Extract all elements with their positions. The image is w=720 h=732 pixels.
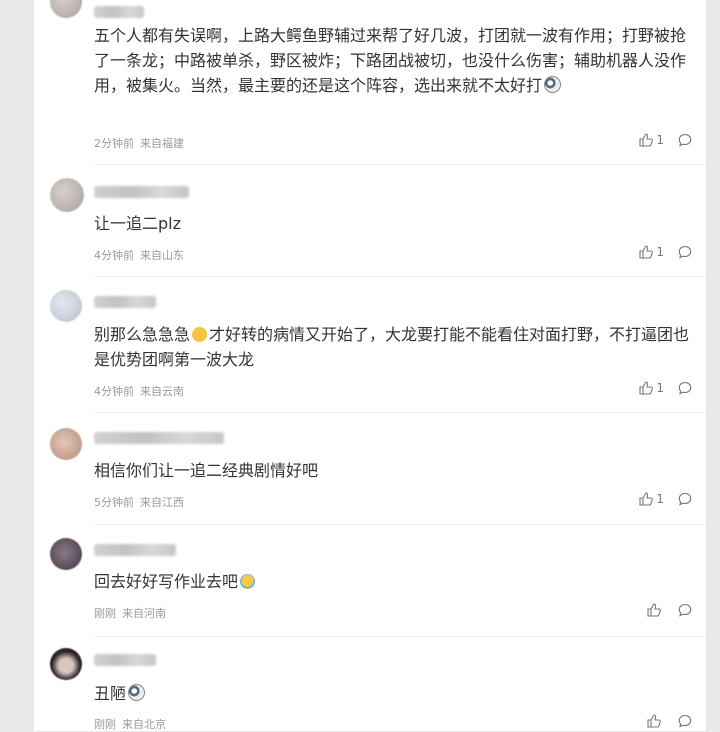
username-blurred[interactable]	[94, 654, 156, 666]
reply-icon[interactable]	[678, 133, 692, 147]
username-blurred[interactable]	[94, 432, 224, 444]
avatar[interactable]	[50, 538, 82, 570]
comment-body: 丑陋	[94, 684, 127, 703]
comment-actions: 1	[639, 133, 692, 147]
reply-icon[interactable]	[678, 714, 692, 728]
divider	[94, 276, 706, 277]
comment-body: 回去好好写作业去吧	[94, 572, 239, 591]
comment-text: 相信你们让一追二经典剧情好吧	[94, 458, 694, 483]
comment-time: 刚刚	[94, 607, 116, 620]
avatar[interactable]	[50, 0, 82, 18]
reply-icon[interactable]	[678, 245, 692, 259]
comment-text: 让一追二plz	[94, 211, 694, 236]
thumbs-up-icon	[639, 492, 654, 506]
comment-actions	[647, 603, 692, 617]
comment-body: 别那么急急急	[94, 325, 191, 344]
avatar[interactable]	[50, 428, 82, 460]
like-button[interactable]	[647, 714, 664, 728]
like-button[interactable]: 1	[639, 245, 664, 259]
comment-actions: 1	[639, 381, 692, 395]
grin-face-emoji	[192, 327, 208, 342]
comment-meta: 5分钟前 来自江西	[94, 494, 184, 510]
comment-text: 五个人都有失误啊，上路大鳄鱼野辅过来帮了好几波，打团就一波有作用；打野被抢了一条…	[94, 23, 694, 98]
comment-list: 五个人都有失误啊，上路大鳄鱼野辅过来帮了好几波，打团就一波有作用；打野被抢了一条…	[34, 0, 706, 731]
thumbs-up-icon	[647, 714, 661, 728]
comment-body: 五个人都有失误啊，上路大鳄鱼野辅过来帮了好几波，打团就一波有作用；打野被抢了一条…	[94, 26, 687, 95]
comment-actions	[647, 714, 692, 728]
comment-text: 丑陋	[94, 681, 694, 706]
comment-time: 4分钟前	[94, 249, 134, 262]
divider	[94, 524, 706, 525]
like-count: 1	[656, 133, 664, 147]
like-count: 1	[656, 245, 664, 259]
thumbs-up-icon	[647, 603, 661, 617]
comment-time: 2分钟前	[94, 137, 134, 150]
dog-face-emoji	[128, 684, 146, 701]
username-blurred[interactable]	[94, 6, 144, 18]
username-blurred[interactable]	[94, 186, 189, 198]
dog-face-emoji	[544, 76, 562, 93]
like-button[interactable]: 1	[639, 133, 664, 147]
comment-meta: 2分钟前 来自福建	[94, 135, 184, 151]
comment-time: 刚刚	[94, 718, 116, 731]
comment-location: 来自北京	[122, 718, 166, 731]
thumbs-up-icon	[639, 381, 654, 395]
comment-meta: 4分钟前 来自山东	[94, 247, 184, 263]
thumbs-up-icon	[639, 245, 654, 259]
comment-text: 回去好好写作业去吧	[94, 569, 694, 594]
avatar[interactable]	[50, 178, 84, 212]
username-blurred[interactable]	[94, 296, 156, 308]
comment-time: 5分钟前	[94, 496, 134, 509]
comment-location: 来自福建	[140, 137, 184, 150]
username-blurred[interactable]	[94, 544, 176, 556]
comment-location: 来自云南	[140, 385, 184, 398]
laughing-face-emoji	[240, 574, 256, 589]
avatar[interactable]	[50, 648, 82, 680]
reply-icon[interactable]	[678, 381, 692, 395]
reply-icon[interactable]	[678, 492, 692, 506]
comment-location: 来自江西	[140, 496, 184, 509]
comment-meta: 4分钟前 来自云南	[94, 383, 184, 399]
reply-icon[interactable]	[678, 603, 692, 617]
comment-text: 别那么急急急 才好转的病情又开始了，大龙要打能不能看住对面打野，不打逼团也是优势团…	[94, 322, 694, 372]
avatar[interactable]	[50, 290, 82, 322]
comment-location: 来自山东	[140, 249, 184, 262]
comment-meta: 刚刚 来自河南	[94, 605, 166, 621]
comment-body: 相信你们让一追二经典剧情好吧	[94, 461, 319, 480]
like-count: 1	[656, 492, 664, 506]
divider	[94, 164, 706, 165]
like-button[interactable]	[647, 603, 664, 617]
like-button[interactable]: 1	[639, 381, 664, 395]
comment-actions: 1	[639, 245, 692, 259]
divider	[94, 636, 706, 637]
thumbs-up-icon	[639, 133, 654, 147]
comment-body: 让一追二plz	[94, 214, 182, 233]
comment-time: 4分钟前	[94, 385, 134, 398]
comment-location: 来自河南	[122, 607, 166, 620]
divider	[94, 412, 706, 413]
like-count: 1	[656, 381, 664, 395]
comment-actions: 1	[639, 492, 692, 506]
comment-meta: 刚刚 来自北京	[94, 716, 166, 732]
like-button[interactable]: 1	[639, 492, 664, 506]
